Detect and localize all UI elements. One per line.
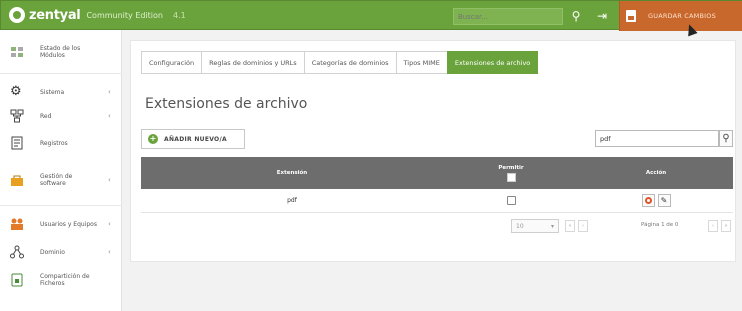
version-label: 4.1	[173, 10, 186, 20]
edition-label: Community Edition	[86, 10, 163, 20]
search-icon[interactable]: ⚲	[719, 130, 733, 147]
top-bar: zentyal Community Edition 4.1 ⚲ ⇥ GUARDA…	[0, 0, 742, 31]
chevron-left-icon: ‹	[108, 88, 111, 96]
save-changes-label: GUARDAR CAMBIOS	[648, 12, 716, 20]
sidebar-item-label: Usuarios y Equipos	[40, 220, 97, 228]
sidebar-divider	[0, 73, 122, 74]
sidebar: Estado de los Módulos ⚙ Sistema ‹ Red ‹ …	[0, 30, 122, 311]
filter-input[interactable]	[595, 130, 719, 147]
zentyal-logo-icon	[9, 7, 25, 23]
save-changes-button[interactable]: GUARDAR CAMBIOS	[619, 1, 742, 31]
pencil-icon: ✎	[660, 196, 668, 205]
next-page-button[interactable]: ›	[708, 220, 718, 232]
logo-text: zentyal	[29, 7, 81, 23]
delete-icon	[644, 197, 652, 204]
network-icon	[10, 109, 24, 123]
page-size-select[interactable]: 10 ▾	[511, 219, 559, 233]
tab-bar: Configuración Reglas de dominios y URLs …	[141, 51, 539, 74]
software-icon	[11, 175, 23, 186]
page-title: Extensiones de archivo	[145, 96, 308, 112]
column-header-label: Acción	[645, 170, 667, 176]
sidebar-item-label: Registros	[40, 139, 68, 147]
sidebar-item-label: Gestión de software	[40, 173, 73, 187]
zentyal-logo[interactable]: zentyal Community Edition 4.1	[9, 7, 186, 23]
pagination: 10 ▾ « ‹ Página 1 de 0 › »	[141, 219, 733, 235]
plus-icon: +	[148, 134, 158, 144]
chevron-down-icon: ▾	[550, 223, 554, 230]
global-search-input[interactable]	[453, 8, 563, 25]
column-header-allow: Permitir	[443, 157, 579, 189]
save-icon	[626, 10, 636, 22]
column-header-action: Acción	[579, 157, 733, 189]
column-header-label: Permitir	[498, 164, 524, 171]
tab-domain-url-rules[interactable]: Reglas de dominios y URLs	[201, 51, 304, 74]
delete-button[interactable]	[641, 194, 655, 207]
tab-domain-categories[interactable]: Categorías de dominios	[303, 51, 396, 74]
search-icon[interactable]: ⚲	[567, 7, 585, 25]
tab-configuration[interactable]: Configuración	[141, 51, 202, 74]
column-header-extension[interactable]: Extensión	[141, 157, 443, 189]
page-size-value: 10	[516, 223, 524, 230]
chevron-left-icon: ‹	[108, 176, 111, 184]
domain-icon	[10, 245, 24, 259]
table-header: Extensión Permitir Acción	[141, 157, 733, 189]
add-new-button[interactable]: + AÑADIR NUEVO/A	[141, 129, 245, 149]
tab-mime-types[interactable]: Tipos MIME	[395, 51, 447, 74]
first-page-button[interactable]: «	[565, 220, 575, 232]
file-sharing-icon	[11, 273, 23, 287]
sidebar-divider	[0, 205, 122, 206]
sidebar-item-label: Dominio	[40, 248, 65, 256]
add-new-label: AÑADIR NUEVO/A	[164, 135, 227, 143]
main-panel: Configuración Reglas de dominios y URLs …	[130, 40, 736, 262]
table-row: pdf ✎	[141, 189, 733, 213]
chevron-left-icon: ‹	[108, 220, 111, 228]
extension-cell: pdf	[287, 197, 297, 204]
allow-checkbox[interactable]	[506, 196, 516, 205]
allow-cell	[443, 196, 579, 205]
logout-icon[interactable]: ⇥	[593, 7, 611, 25]
page-info: Página 1 de 0	[641, 222, 679, 228]
prev-page-button[interactable]: ‹	[578, 220, 588, 232]
action-cell: ✎	[579, 194, 733, 207]
chevron-left-icon: ‹	[108, 248, 111, 256]
sidebar-item-label: Red	[40, 112, 52, 120]
sidebar-item-label: Compartición de Ficheros	[40, 273, 90, 287]
column-header-label: Extensión	[276, 170, 308, 176]
modules-icon	[11, 47, 23, 57]
last-page-button[interactable]: »	[721, 220, 731, 232]
chevron-left-icon: ‹	[108, 112, 111, 120]
logs-icon	[11, 136, 23, 150]
tab-file-extensions[interactable]: Extensiones de archivo	[446, 51, 539, 74]
gear-icon: ⚙	[10, 84, 22, 99]
edit-button[interactable]: ✎	[657, 194, 671, 207]
sidebar-item-label: Sistema	[40, 88, 65, 96]
sidebar-item-label: Estado de los Módulos	[40, 45, 81, 59]
select-all-checkbox[interactable]	[506, 172, 516, 182]
users-icon	[11, 218, 23, 230]
